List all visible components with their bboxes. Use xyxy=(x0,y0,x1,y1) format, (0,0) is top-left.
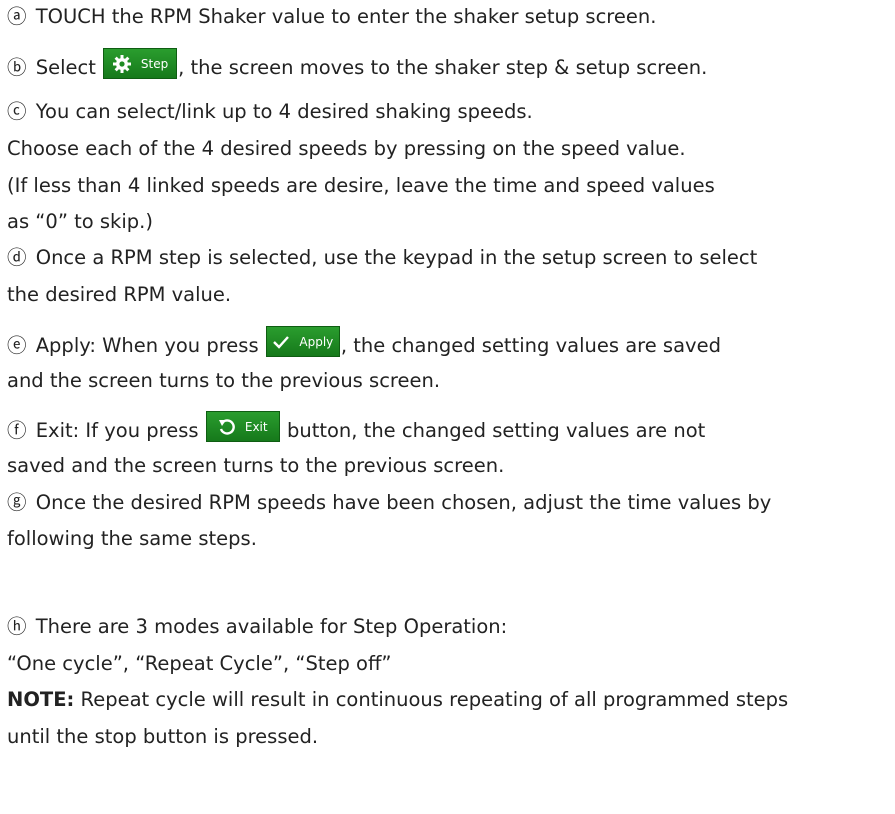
gear-icon xyxy=(112,54,131,73)
step-text: TOUCH the RPM Shaker value to enter the … xyxy=(35,5,657,28)
step-marker: ⓕ xyxy=(7,419,27,442)
manual-page: ⓐ TOUCH the RPM Shaker value to enter th… xyxy=(0,0,895,814)
step-e: ⓔ Apply: When you press Apply , the chan… xyxy=(7,326,893,357)
checkmark-icon xyxy=(273,335,290,349)
note-line2: until the stop button is pressed. xyxy=(7,725,319,748)
step-a: ⓐ TOUCH the RPM Shaker value to enter th… xyxy=(7,4,893,30)
step-f-line2: saved and the screen turns to the previo… xyxy=(7,454,505,477)
note: NOTE: Repeat cycle will result in contin… xyxy=(7,687,893,713)
step-button: Step xyxy=(103,48,178,79)
step-h-line2: “One cycle”, “Repeat Cycle”, “Step off” xyxy=(7,652,392,675)
step-text: You can select/link up to 4 desired shak… xyxy=(35,100,533,123)
step-c-line3: (If less than 4 linked speeds are desire… xyxy=(7,174,715,197)
step-marker: ⓒ xyxy=(7,100,27,123)
step-h: ⓗ There are 3 modes available for Step O… xyxy=(7,614,893,640)
step-d: ⓓ Once a RPM step is selected, use the k… xyxy=(7,245,893,271)
step-marker: ⓓ xyxy=(7,246,27,269)
undo-arrow-icon xyxy=(218,418,235,435)
step-text: Once the desired RPM speeds have been ch… xyxy=(35,491,772,514)
step-marker: ⓖ xyxy=(7,491,27,514)
step-text: , the changed setting values are saved xyxy=(340,334,721,357)
step-text: Once a RPM step is selected, use the key… xyxy=(35,246,758,269)
note-text: Repeat cycle will result in continuous r… xyxy=(80,688,789,711)
step-c-line2: Choose each of the 4 desired speeds by p… xyxy=(7,137,686,160)
step-c: ⓒ You can select/link up to 4 desired sh… xyxy=(7,99,893,125)
step-text: There are 3 modes available for Step Ope… xyxy=(35,615,508,638)
step-text: Apply: When you press xyxy=(35,334,259,357)
step-text: Exit: If you press xyxy=(35,419,199,442)
step-b: ⓑ Select Step , the screen moves to the … xyxy=(7,48,893,79)
step-e-line2: and the screen turns to the previous scr… xyxy=(7,369,441,392)
step-c-line4: as “0” to skip.) xyxy=(7,210,153,233)
step-marker: ⓑ xyxy=(7,56,27,79)
note-label: NOTE: xyxy=(7,688,75,711)
step-f: ⓕ Exit: If you press Exit button, the ch… xyxy=(7,411,893,442)
apply-button-label: Apply xyxy=(299,334,334,349)
step-d-line2: the desired RPM value. xyxy=(7,283,232,306)
step-marker: ⓔ xyxy=(7,334,27,357)
step-marker: ⓐ xyxy=(7,5,27,28)
step-g-line2: following the same steps. xyxy=(7,527,257,550)
exit-button-label: Exit xyxy=(244,419,268,434)
step-g: ⓖ Once the desired RPM speeds have been … xyxy=(7,490,893,516)
step-button-label: Step xyxy=(140,56,169,71)
apply-button: Apply xyxy=(265,326,340,357)
step-text: , the screen moves to the shaker step & … xyxy=(178,56,708,79)
step-marker: ⓗ xyxy=(7,615,27,638)
step-text: Select xyxy=(35,56,96,79)
exit-button: Exit xyxy=(205,411,280,442)
step-text: button, the changed setting values are n… xyxy=(286,419,706,442)
